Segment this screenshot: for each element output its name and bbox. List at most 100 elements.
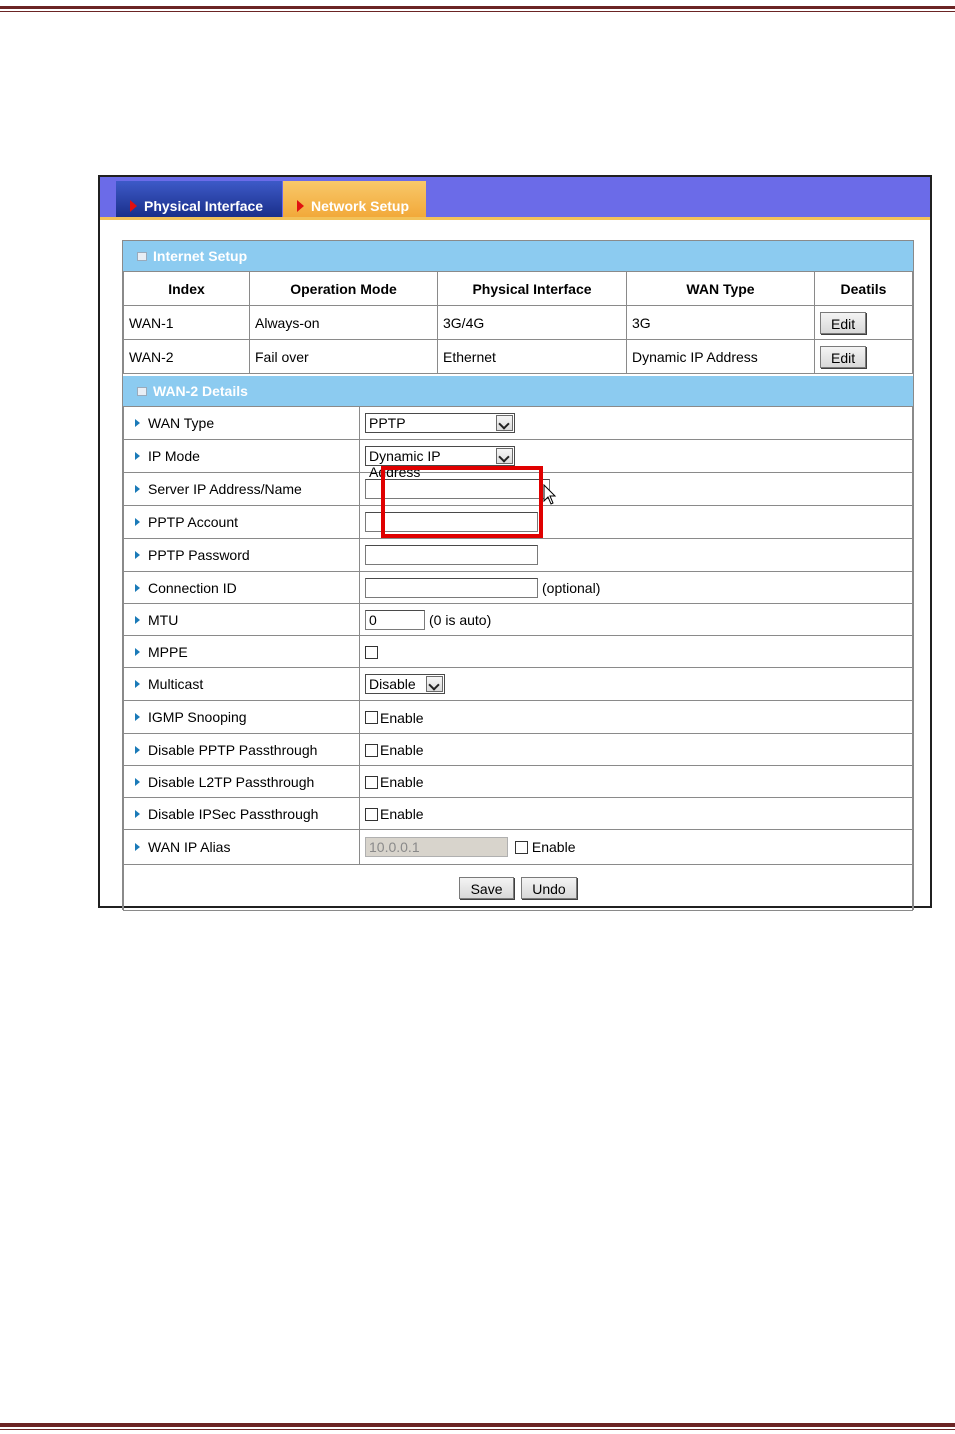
row-l2tp-passthrough: Disable L2TP Passthrough Enable: [123, 765, 913, 798]
row-label: MPPE: [123, 635, 360, 668]
connection-id-input[interactable]: [365, 577, 538, 598]
chevron-down-icon: [496, 448, 513, 464]
row-value: Enable: [359, 733, 913, 766]
edit-button[interactable]: Edit: [820, 311, 866, 334]
tab-network-setup[interactable]: Network Setup: [283, 181, 426, 217]
bullet-arrow-icon: [135, 551, 140, 559]
row-value: 0 (0 is auto): [359, 603, 913, 636]
pptp-password-input[interactable]: [365, 545, 538, 565]
wan2-details-table: WAN Type PPTP IP Mode Dynamic IP Address…: [123, 406, 913, 911]
row-label: IGMP Snooping: [123, 700, 360, 734]
label-text: Connection ID: [148, 579, 237, 596]
hint-text: (optional): [542, 579, 601, 596]
pptp-account-input[interactable]: [365, 512, 538, 532]
label-text: Server IP Address/Name: [148, 481, 302, 497]
label-text: Multicast: [148, 676, 204, 692]
internet-setup-table: Index Operation Mode Physical Interface …: [123, 271, 913, 374]
section-icon: [137, 387, 147, 396]
hint-text: (0 is auto): [429, 611, 492, 628]
header-rule-thin: [0, 11, 955, 12]
label-text: IP Mode: [148, 448, 200, 464]
row-value: [359, 538, 913, 572]
tab-arrow-icon: [297, 200, 304, 212]
settings-panel: Internet Setup Index Operation Mode Phys…: [122, 240, 914, 911]
label-text: PPTP Password: [148, 547, 250, 563]
row-label: MTU: [123, 603, 360, 636]
bullet-arrow-icon: [135, 843, 140, 851]
tab-underline: [100, 217, 930, 220]
ip-mode-select[interactable]: Dynamic IP Address: [365, 446, 515, 480]
tab-physical-interface[interactable]: Physical Interface: [116, 181, 282, 217]
section-title: WAN-2 Details: [153, 383, 248, 399]
chevron-down-icon: [426, 676, 443, 692]
header-rule: [0, 6, 955, 9]
row-label: Disable IPSec Passthrough: [123, 797, 360, 830]
wan-ip-alias-input[interactable]: 10.0.0.1: [365, 837, 508, 857]
row-wan-type: WAN Type PPTP: [123, 406, 913, 440]
col-header: Operation Mode: [249, 271, 438, 306]
row-value: 10.0.0.1 Enable: [359, 829, 913, 865]
mouse-cursor-icon: [543, 484, 557, 505]
l2tp-passthrough-checkbox[interactable]: [365, 775, 378, 789]
row-connection-id: Connection ID (optional): [123, 571, 913, 604]
wan2-details-header: WAN-2 Details: [123, 376, 913, 406]
row-label: Disable PPTP Passthrough: [123, 733, 360, 766]
row-label: PPTP Account: [123, 505, 360, 539]
tab-label: Physical Interface: [144, 198, 264, 214]
cell-mode: Fail over: [249, 339, 438, 374]
row-value: Enable: [359, 765, 913, 798]
cell-wan-type: Dynamic IP Address: [626, 339, 815, 374]
cell-interface: Ethernet: [437, 339, 627, 374]
multicast-select[interactable]: Disable: [365, 674, 445, 694]
bullet-arrow-icon: [135, 583, 140, 592]
footer-rule: [0, 1423, 955, 1427]
bullet-arrow-icon: [135, 713, 140, 721]
row-value: [359, 472, 913, 506]
bullet-arrow-icon: [135, 485, 140, 493]
label-text: Disable IPSec Passthrough: [148, 805, 319, 822]
row-label: Disable L2TP Passthrough: [123, 765, 360, 798]
row-pptp-account: PPTP Account: [123, 505, 913, 539]
server-ip-input[interactable]: [365, 479, 550, 499]
row-value: [359, 635, 913, 668]
row-value: Dynamic IP Address: [359, 439, 913, 480]
save-button[interactable]: Save: [459, 876, 515, 899]
pptp-passthrough-checkbox[interactable]: [365, 743, 378, 757]
cell-index: WAN-2: [123, 339, 250, 374]
row-wan-ip-alias: WAN IP Alias 10.0.0.1 Enable: [123, 829, 913, 865]
row-value: [359, 505, 913, 539]
row-label: Connection ID: [123, 571, 360, 604]
label-text: Disable PPTP Passthrough: [148, 741, 318, 758]
bullet-arrow-icon: [135, 419, 140, 427]
col-header: Index: [123, 271, 250, 306]
bullet-arrow-icon: [135, 518, 140, 526]
edit-button[interactable]: Edit: [820, 345, 866, 368]
mppe-checkbox[interactable]: [365, 646, 378, 660]
action-cell: Save Undo: [123, 864, 913, 911]
bullet-arrow-icon: [135, 680, 140, 688]
checkbox-label: Enable: [380, 806, 424, 823]
row-pptp-passthrough: Disable PPTP Passthrough Enable: [123, 733, 913, 766]
igmp-enable-checkbox[interactable]: [365, 711, 378, 725]
row-value: Enable: [359, 700, 913, 734]
bullet-arrow-icon: [135, 615, 140, 624]
ipsec-passthrough-checkbox[interactable]: [365, 807, 378, 821]
row-label: IP Mode: [123, 439, 360, 473]
label-text: MPPE: [148, 643, 188, 660]
label-text: MTU: [148, 611, 179, 628]
wan-type-select[interactable]: PPTP: [365, 413, 515, 433]
ip-alias-enable-checkbox[interactable]: [514, 840, 528, 854]
bullet-arrow-icon: [135, 809, 140, 818]
col-header: WAN Type: [626, 271, 815, 306]
label-text: PPTP Account: [148, 514, 239, 530]
select-value: Disable: [369, 676, 416, 692]
cell-action: Edit: [814, 305, 913, 340]
undo-button[interactable]: Undo: [520, 876, 577, 899]
checkbox-label: Enable: [380, 774, 424, 791]
mtu-input[interactable]: 0: [365, 609, 425, 630]
cell-action: Edit: [814, 339, 913, 374]
label-text: WAN IP Alias: [148, 839, 231, 855]
bullet-arrow-icon: [135, 647, 140, 656]
table-header-row: Index Operation Mode Physical Interface …: [123, 271, 913, 306]
cell-mode: Always-on: [249, 305, 438, 340]
